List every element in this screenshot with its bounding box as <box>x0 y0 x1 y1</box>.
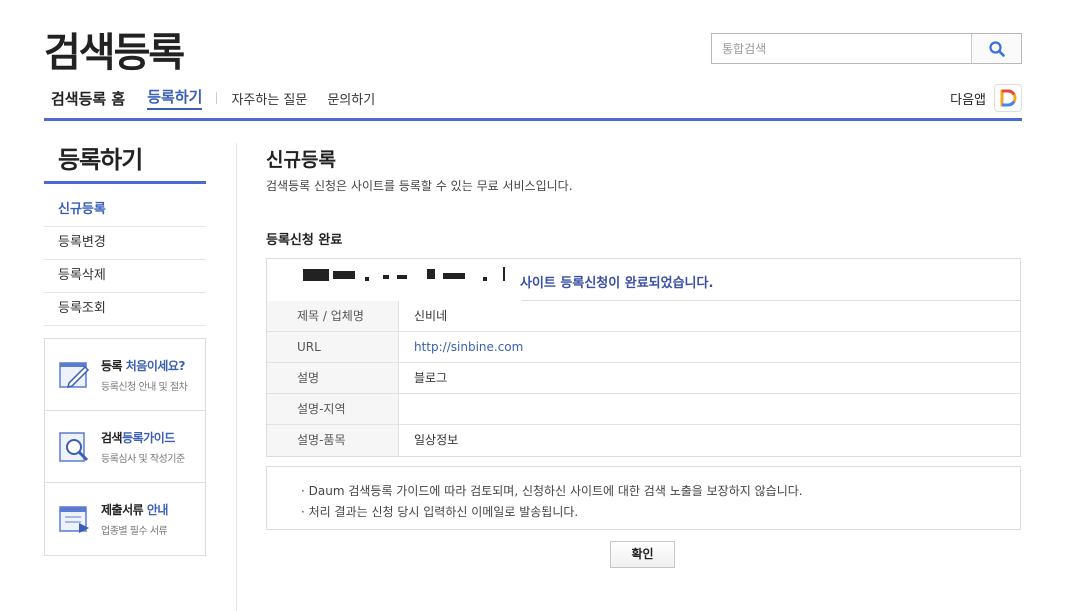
row-label: 설명 <box>267 363 399 393</box>
site-url-link[interactable]: http://sinbine.com <box>399 332 1020 362</box>
search-input[interactable] <box>712 34 971 63</box>
daum-app-icon <box>994 84 1022 112</box>
banner-documents-title: 제출서류 <box>101 503 147 517</box>
table-row: 제목 / 업체명 신비네 <box>267 301 1020 332</box>
search-button[interactable] <box>971 34 1021 63</box>
page-description: 검색등록 신청은 사이트를 등록할 수 있는 무료 서비스입니다. <box>266 179 573 193</box>
pencil-document-icon <box>59 361 90 388</box>
site-title[interactable]: 검색등록 <box>44 20 185 78</box>
search-box <box>711 33 1022 64</box>
banner-documents[interactable]: 제출서류 안내 업종별 필수 서류 <box>45 483 205 555</box>
row-label: 설명-품목 <box>267 425 399 456</box>
daum-app-link[interactable]: 다음앱 <box>950 84 1022 112</box>
nav-inquiry[interactable]: 문의하기 <box>327 89 375 108</box>
banner-documents-accent: 안내 <box>146 503 169 517</box>
banner-guide[interactable]: 검색등록가이드 등록심사 및 작성기준 <box>45 411 205 483</box>
banner-first-time-subtitle: 등록신청 안내 및 절차 <box>101 381 188 393</box>
row-label: URL <box>267 332 399 362</box>
banner-first-time-title: 등록 <box>101 358 126 373</box>
redacted-site-name <box>267 259 522 301</box>
row-label: 제목 / 업체명 <box>267 301 399 331</box>
banner-first-time[interactable]: 등록 처음이세요? 등록신청 안내 및 절차 <box>45 339 205 411</box>
row-value: 블로그 <box>414 371 448 385</box>
table-row: URL http://sinbine.com <box>267 332 1020 363</box>
daum-app-label: 다음앱 <box>950 92 986 108</box>
row-value <box>399 394 1020 424</box>
table-row: 설명-지역 <box>267 394 1020 425</box>
nav-home[interactable]: 검색등록 홈 <box>51 88 125 109</box>
row-label: 설명-지역 <box>267 394 399 424</box>
sidebar-item-change[interactable]: 등록변경 <box>44 227 206 260</box>
sidebar-item-lookup[interactable]: 등록조회 <box>44 293 206 326</box>
sidebar-menu: 신규등록 등록변경 등록삭제 등록조회 <box>44 194 206 326</box>
table-row: 설명 블로그 <box>267 363 1020 394</box>
sidebar-title: 등록하기 <box>58 146 143 174</box>
page-title: 신규등록 <box>266 149 336 171</box>
search-icon <box>988 40 1005 57</box>
banner-first-time-accent: 처음이세요? <box>125 358 186 373</box>
banner-guide-accent: 등록가이드 <box>122 430 175 445</box>
notice-box: · Daum 검색등록 가이드에 따라 검토되며, 신청하신 사이트에 대한 검… <box>266 466 1021 530</box>
banner-guide-subtitle: 등록심사 및 작성기준 <box>101 453 185 465</box>
table-row: 설명-품목 일상정보 <box>267 425 1020 456</box>
row-value: 일상정보 <box>414 433 459 447</box>
magnifier-document-icon <box>59 431 89 462</box>
notice-item: · Daum 검색등록 가이드에 따라 검토되며, 신청하신 사이트에 대한 검… <box>301 484 803 498</box>
sidebar-item-new[interactable]: 신규등록 <box>44 194 206 227</box>
sidebar-banners: 등록 처음이세요? 등록신청 안내 및 절차 검색등록가이드 등록심사 및 작성… <box>44 338 206 556</box>
content-divider <box>236 143 237 611</box>
nav-divider <box>216 92 218 104</box>
global-nav: 검색등록 홈 등록하기 자주하는 질문 문의하기 <box>51 86 395 110</box>
confirm-button[interactable]: 확인 <box>610 541 675 568</box>
result-message: 사이트 등록신청이 완료되었습니다. <box>520 276 714 291</box>
nav-faq[interactable]: 자주하는 질문 <box>231 89 307 108</box>
notice-item: · 처리 결과는 신청 당시 입력하신 이메일로 발송됩니다. <box>301 505 579 519</box>
banner-guide-title: 검색 <box>101 430 123 445</box>
row-value: 신비네 <box>414 309 448 323</box>
sidebar-item-delete[interactable]: 등록삭제 <box>44 260 206 293</box>
nav-register[interactable]: 등록하기 <box>147 86 203 110</box>
section-title: 등록신청 완료 <box>266 233 343 248</box>
sidebar-divider <box>44 181 206 184</box>
banner-documents-subtitle: 업종별 필수 서류 <box>101 526 168 537</box>
documents-icon <box>59 506 89 533</box>
header-divider <box>44 118 1022 121</box>
result-table: 사이트 등록신청이 완료되었습니다. 제목 / 업체명 신비네 URL http… <box>266 258 1021 457</box>
result-message-row: 사이트 등록신청이 완료되었습니다. <box>267 259 1020 301</box>
